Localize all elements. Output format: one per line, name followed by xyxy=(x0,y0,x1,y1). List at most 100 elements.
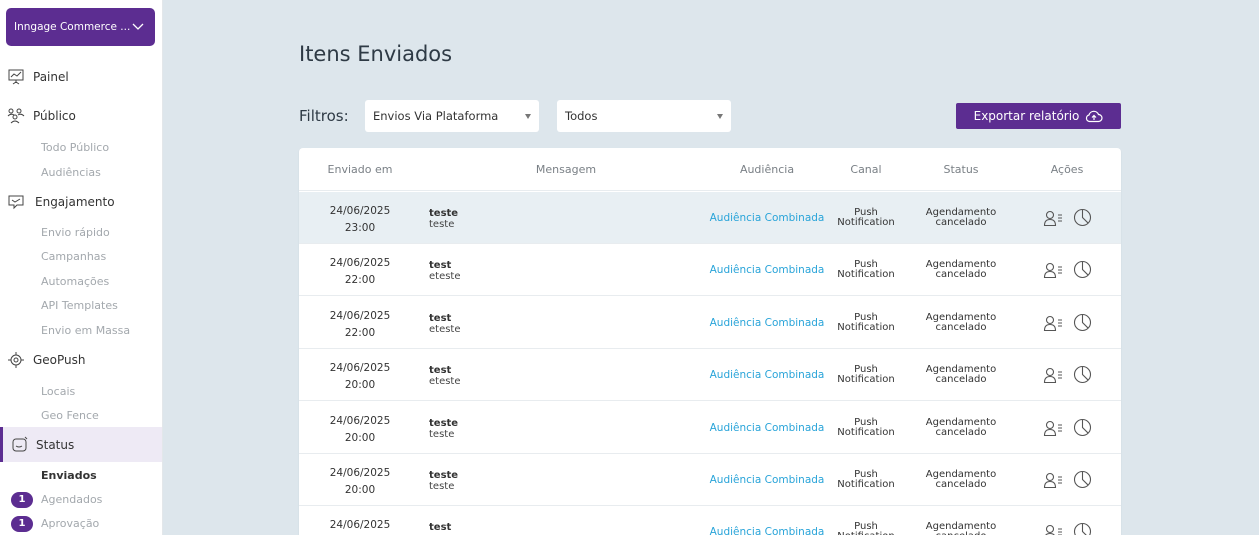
audience-link[interactable]: Audiência Combinada xyxy=(709,264,825,276)
pie-chart-icon[interactable] xyxy=(1073,418,1092,437)
channel-line2: Notification xyxy=(837,322,895,333)
sent-date: 24/06/2025 xyxy=(329,310,391,322)
org-selector[interactable]: Inngage Commerce ... xyxy=(6,8,155,46)
page-title: Itens Enviados xyxy=(299,42,453,66)
sent-items-table: Enviado em Mensagem Audiência Canal Stat… xyxy=(299,148,1121,535)
nav-publico[interactable]: Público xyxy=(0,101,162,131)
status-line2: cancelado xyxy=(935,322,987,333)
sent-date: 24/06/2025 xyxy=(329,467,391,479)
pie-chart-icon[interactable] xyxy=(1073,313,1092,332)
sub-agendados[interactable]: Agendados xyxy=(41,493,102,506)
source-filter-select[interactable]: Envios Via Plataforma xyxy=(365,100,539,132)
status-cell: Agendamentocancelado xyxy=(915,418,1007,438)
message-body: eteste xyxy=(429,324,461,335)
audience-details-icon[interactable] xyxy=(1043,419,1063,437)
pie-chart-icon[interactable] xyxy=(1073,365,1092,384)
audience-details-icon[interactable] xyxy=(1043,314,1063,332)
status-line2: cancelado xyxy=(935,427,987,438)
sub-todo-publico[interactable]: Todo Público xyxy=(41,141,109,154)
audience-details-icon[interactable] xyxy=(1043,209,1063,227)
sub-enviados[interactable]: Enviados xyxy=(41,469,97,482)
agendados-count-badge: 1 xyxy=(11,492,33,508)
table-row[interactable]: 24/06/2025 22:00 test eteste Audiência Combi… xyxy=(299,297,1121,349)
audience-details-icon[interactable] xyxy=(1043,523,1063,535)
audience-details-icon[interactable] xyxy=(1043,471,1063,489)
sent-date-cell: 24/06/2025 22:00 xyxy=(319,308,401,342)
table-row[interactable]: 24/06/2025 test Audiência CombinadaPushNot… xyxy=(299,506,1121,535)
status-line2: cancelado xyxy=(935,479,987,490)
nav-status[interactable]: Status xyxy=(0,427,162,462)
status-cell: Agendamentocancelado xyxy=(915,522,1007,535)
sent-date-cell: 24/06/2025 23:00 xyxy=(319,203,401,237)
sub-audiencias[interactable]: Audiências xyxy=(41,166,101,179)
channel-line2: Notification xyxy=(837,374,895,385)
table-row[interactable]: 24/06/2025 22:00 test eteste Audiência Combi… xyxy=(299,244,1121,296)
message-title: teste xyxy=(429,208,459,219)
status-filter-select[interactable]: Todos xyxy=(557,100,731,132)
export-label: Exportar relatório xyxy=(973,109,1080,123)
sub-api-templates[interactable]: API Templates xyxy=(41,299,118,312)
sub-aprovacao[interactable]: Aprovação xyxy=(41,517,99,530)
sent-date-cell: 24/06/2025 22:00 xyxy=(319,255,401,289)
message-body: teste xyxy=(429,481,455,492)
pie-chart-icon[interactable] xyxy=(1073,208,1092,227)
nav-label: Status xyxy=(36,437,75,452)
audience-link[interactable]: Audiência Combinada xyxy=(709,212,825,224)
chevron-down-icon xyxy=(132,23,144,30)
header-audiencia: Audiência xyxy=(739,163,795,176)
message-icon xyxy=(8,195,24,210)
nav-geopush[interactable]: GeoPush xyxy=(0,345,162,375)
status-filter-value: Todos xyxy=(565,109,598,123)
message-title: teste xyxy=(429,418,459,429)
audience-details-icon[interactable] xyxy=(1043,366,1063,384)
audience-link[interactable]: Audiência Combinada xyxy=(709,526,825,535)
export-report-button[interactable]: Exportar relatório xyxy=(956,103,1121,129)
message-cell: test xyxy=(429,522,451,533)
audience-link[interactable]: Audiência Combinada xyxy=(709,317,825,329)
audience-link[interactable]: Audiência Combinada xyxy=(709,369,825,381)
message-cell: testeteste xyxy=(429,208,458,230)
table-row[interactable]: 24/06/2025 20:00 testeteste Audiência Combi… xyxy=(299,454,1121,506)
sent-date: 24/06/2025 xyxy=(329,257,391,269)
sub-geo-fence[interactable]: Geo Fence xyxy=(41,409,99,422)
sub-campanhas[interactable]: Campanhas xyxy=(41,250,106,263)
channel-cell: PushNotification xyxy=(826,522,906,535)
sent-date: 24/06/2025 xyxy=(329,519,391,531)
pie-chart-icon[interactable] xyxy=(1073,260,1092,279)
table-row[interactable]: 24/06/2025 20:00 testeteste Audiência Combi… xyxy=(299,349,1121,401)
status-cell: Agendamentocancelado xyxy=(915,313,1007,333)
cloud-upload-icon xyxy=(1086,110,1103,123)
table-row[interactable]: 24/06/2025 20:00 testeteste Audiência Combi… xyxy=(299,402,1121,454)
sub-locais[interactable]: Locais xyxy=(41,385,75,398)
status-cell: Agendamentocancelado xyxy=(915,208,1007,228)
pie-chart-icon[interactable] xyxy=(1073,470,1092,489)
sent-date-cell: 24/06/2025 20:00 xyxy=(319,465,401,499)
table-row[interactable]: 24/06/2025 23:00 teste teste Audiência Combi… xyxy=(299,192,1121,244)
location-target-icon xyxy=(8,352,24,368)
sent-time: 20:00 xyxy=(344,432,376,444)
message-title: test xyxy=(429,365,452,376)
message-cell: testeteste xyxy=(429,365,461,387)
sent-time: 22:00 xyxy=(344,274,376,286)
channel-cell: PushNotification xyxy=(826,418,906,438)
status-line2: cancelado xyxy=(935,217,987,228)
audience-link[interactable]: Audiência Combinada xyxy=(709,474,825,486)
presentation-icon xyxy=(8,69,24,85)
pie-chart-icon[interactable] xyxy=(1073,522,1092,535)
sent-date-cell: 24/06/2025 20:00 xyxy=(319,360,401,394)
filters-label: Filtros: xyxy=(299,107,349,125)
sent-date-cell: 24/06/2025 xyxy=(319,517,401,534)
sidebar: Inngage Commerce ... Painel Público Todo… xyxy=(0,0,163,535)
audience-link[interactable]: Audiência Combinada xyxy=(709,422,825,434)
sub-envio-rapido[interactable]: Envio rápido xyxy=(41,226,110,239)
nav-engajamento[interactable]: Engajamento xyxy=(0,187,162,217)
nav-painel[interactable]: Painel xyxy=(0,62,162,92)
header-enviado-em: Enviado em xyxy=(327,163,393,176)
header-canal: Canal xyxy=(850,163,882,176)
channel-cell: PushNotification xyxy=(826,208,906,228)
audience-details-icon[interactable] xyxy=(1043,261,1063,279)
channel-line2: Notification xyxy=(837,217,895,228)
table-header: Enviado em Mensagem Audiência Canal Stat… xyxy=(299,148,1121,191)
sub-envio-em-massa[interactable]: Envio em Massa xyxy=(41,324,130,337)
sub-automacoes[interactable]: Automações xyxy=(41,275,109,288)
